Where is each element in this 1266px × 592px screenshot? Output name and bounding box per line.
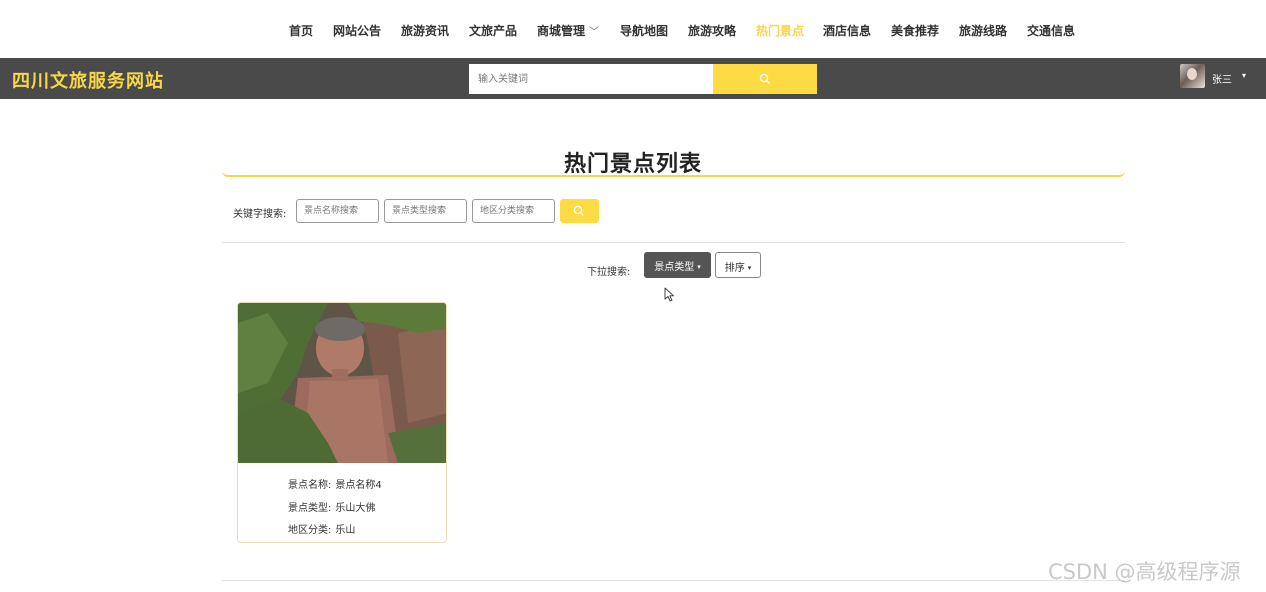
header-search-input[interactable] — [469, 64, 713, 94]
site-brand[interactable]: 四川文旅服务网站 — [12, 67, 164, 93]
watermark: CSDN @高级程序源 — [1048, 560, 1241, 584]
nav-culture-products[interactable]: 文旅产品 — [469, 22, 517, 39]
attraction-type-dropdown[interactable]: 景点类型 ▾ — [644, 252, 711, 278]
nav-transport[interactable]: 交通信息 — [1027, 22, 1075, 39]
nav-food[interactable]: 美食推荐 — [891, 22, 939, 39]
nav-hotels[interactable]: 酒店信息 — [823, 22, 871, 39]
sort-dropdown[interactable]: 排序 ▾ — [715, 252, 761, 278]
nav-map[interactable]: 导航地图 — [620, 22, 668, 39]
mouse-cursor-icon — [664, 287, 674, 302]
user-name: 张三 — [1212, 75, 1232, 86]
nav-announcements[interactable]: 网站公告 — [333, 22, 381, 39]
title-underline — [222, 171, 1125, 177]
caret-down-icon: ▾ — [1242, 71, 1247, 80]
nav-mall-management-label: 商城管理 — [537, 24, 586, 38]
attraction-type-value: 乐山大佛 — [335, 503, 376, 514]
search-icon — [573, 205, 584, 216]
nav-home[interactable]: 首页 — [289, 22, 313, 39]
bottom-divider — [222, 580, 1125, 581]
nav-travel-guides[interactable]: 旅游攻略 — [688, 22, 736, 39]
keyword-search-button[interactable] — [560, 199, 599, 223]
region-line: 地区分类: 乐山 — [288, 521, 355, 536]
attraction-image — [238, 303, 446, 463]
divider — [222, 242, 1125, 243]
attraction-card[interactable]: 景点名称: 景点名称4 景点类型: 乐山大佛 地区分类: 乐山 — [237, 302, 447, 543]
top-nav: 首页 网站公告 旅游资讯 文旅产品 商城管理 ﹀ 导航地图 旅游攻略 热门景点 酒… — [0, 0, 1266, 58]
keyword-search-label: 关键字搜索: — [233, 209, 287, 220]
avatar — [1180, 64, 1205, 88]
nav-routes[interactable]: 旅游线路 — [959, 22, 1007, 39]
attraction-name-value: 景点名称4 — [335, 480, 382, 491]
attraction-type-dropdown-label: 景点类型 — [654, 262, 695, 273]
attraction-type-search-input[interactable] — [384, 199, 467, 223]
attraction-name-key: 景点名称: — [288, 480, 332, 491]
caret-down-icon: ▾ — [747, 264, 752, 272]
attraction-name-line: 景点名称: 景点名称4 — [288, 476, 382, 491]
region-search-input[interactable] — [472, 199, 555, 223]
header-bar: 四川文旅服务网站 张三 ▾ — [0, 58, 1266, 99]
sort-dropdown-label: 排序 — [724, 263, 745, 274]
attraction-type-line: 景点类型: 乐山大佛 — [288, 499, 375, 514]
attraction-type-key: 景点类型: — [288, 503, 332, 514]
search-icon — [759, 73, 770, 84]
caret-down-icon: ▾ — [697, 263, 701, 271]
nav-mall-management[interactable]: 商城管理 ﹀ — [537, 22, 599, 39]
nav-travel-news[interactable]: 旅游资讯 — [401, 22, 449, 39]
region-key: 地区分类: — [288, 525, 332, 536]
dropdown-search-label: 下拉搜索: — [587, 267, 631, 278]
chevron-down-icon: ﹀ — [589, 27, 600, 38]
attraction-name-search-input[interactable] — [296, 199, 379, 223]
header-search-button[interactable] — [713, 64, 817, 94]
nav-hot-attractions[interactable]: 热门景点 — [756, 22, 804, 39]
region-value: 乐山 — [335, 525, 356, 536]
